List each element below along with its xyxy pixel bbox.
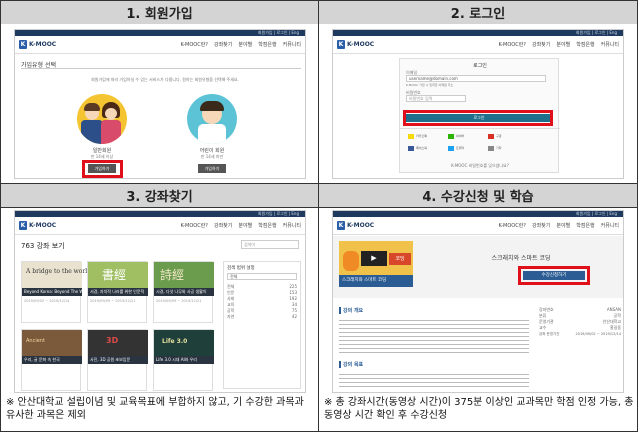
email-hint: K-MOOC 가입 시 입력한 이메일 주소 [406, 83, 454, 87]
goal-text [339, 371, 529, 389]
menu-item[interactable]: 강좌찾기 [532, 41, 550, 48]
site-nav: K K-MOOC K-MOOC란? 강좌찾기 분야별 학점은행 커뮤니티 [333, 217, 623, 235]
step-title: 1. 회원가입 [1, 1, 318, 24]
play-icon[interactable]: ▶ [361, 251, 387, 266]
child-avatar[interactable] [187, 94, 237, 144]
menu-item[interactable]: 커뮤니티 [601, 222, 619, 229]
course-card[interactable]: 3D 사진, 3D 공원 초보입문 [87, 329, 148, 391]
child-sub: 만 14세 미만 [200, 154, 224, 159]
step-title: 3. 강좌찾기 [1, 184, 318, 207]
course-card[interactable]: 詩經 시경, 다섯 나무와 사공 생활이 2019/09/09 ~ 2019/1… [153, 261, 214, 323]
highlight-box [403, 110, 553, 126]
menu-item[interactable]: 커뮤니티 [283, 41, 301, 48]
login-screenshot: 회원가입 | 로그인 | Eng K K-MOOC K-MOOC란? 강좌찾기 분… [332, 29, 624, 179]
site-nav: K K-MOOC K-MOOC란? 강좌찾기 분야별 학점은행 커뮤니티 [333, 36, 623, 54]
site-logo[interactable]: K K-MOOC [337, 40, 374, 49]
overview-heading: 강의 개요 [339, 307, 363, 314]
menu-item[interactable]: K-MOOC란? [498, 41, 526, 48]
course-card[interactable]: A bridge to the world Beyond Korea: Beyo… [21, 261, 91, 323]
social-login-google[interactable]: 구글 [488, 133, 516, 139]
course-card[interactable]: 書經 서경, 자치적 나라를 위한 인문적 2019/09/09 ~ 2019/… [87, 261, 148, 323]
social-login-other[interactable]: 기타 [488, 145, 516, 151]
adult-avatar[interactable] [77, 94, 127, 144]
footnote-left: ※ 안산대학교 설립이념 및 교육목표에 부합하지 않고, 기 수강한 과목과 … [6, 397, 304, 421]
child-label: 어린이 회원 [199, 148, 225, 154]
search-input[interactable]: 검색어 [241, 240, 299, 249]
divider [400, 128, 560, 129]
social-login-naver[interactable]: 네이버 [448, 133, 476, 139]
site-logo[interactable]: K K-MOOC [19, 221, 56, 230]
menu-item[interactable]: K-MOOC란? [180, 222, 208, 229]
menu-item[interactable]: 학점은행 [258, 41, 276, 48]
site-logo[interactable]: K K-MOOC [19, 40, 56, 49]
menu-item[interactable]: 학점은행 [576, 41, 594, 48]
filter-sidebar: 검색 범위 설정 전체 전체 225 인문 153 사회 192 교육 34 공학 75 … [223, 261, 301, 389]
course-count-title: 763 강좌 보기 [21, 242, 65, 250]
site-menu: K-MOOC란? 강좌찾기 분야별 학점은행 커뮤니티 [180, 222, 301, 229]
site-nav: K K-MOOC K-MOOC란? 강좌찾기 분야별 학점은행 커뮤니티 [15, 36, 305, 54]
site-menu: K-MOOC란? 강좌찾기 분야별 학점은행 커뮤니티 [180, 41, 301, 48]
divider [21, 68, 301, 69]
email-field[interactable]: username@domain.com [406, 75, 546, 82]
social-login-twitter[interactable]: 트위터 [448, 145, 476, 151]
menu-item[interactable]: K-MOOC란? [180, 41, 208, 48]
login-heading: 로그인 [473, 63, 487, 69]
filter-row[interactable]: 자연 42 [227, 314, 297, 320]
goal-heading: 강의 목표 [339, 361, 363, 368]
course-card[interactable]: Ancient 우리, 글 문화 속 한국 [21, 329, 82, 391]
menu-item[interactable]: 분야별 [556, 222, 570, 229]
overview-text [339, 317, 529, 353]
forgot-password-link[interactable]: K-MOOC 비밀번호를 잊으셨나요? [400, 163, 560, 169]
course-title: 스크래치와 스마트 코딩 [491, 255, 551, 262]
course-info: 강좌번호 ANSAN 분류 공학 운영기관 안산대학교 교수 홍길동 강좌 운영기간 20… [539, 307, 621, 337]
menu-item[interactable]: 커뮤니티 [601, 41, 619, 48]
enroll-screenshot: 회원가입 | 로그인 | Eng K K-MOOC K-MOOC란? 강좌찾기 분… [332, 210, 624, 393]
info-row: 강좌 운영기간 2019/09/02 ~ 2019/12/14 [539, 332, 621, 336]
menu-item[interactable]: 학점은행 [576, 222, 594, 229]
menu-item[interactable]: 강좌찾기 [214, 222, 232, 229]
filter-heading: 검색 범위 설정 [227, 266, 255, 271]
menu-item[interactable]: 강좌찾기 [214, 41, 232, 48]
search-screenshot: 회원가입 | 로그인 | Eng K K-MOOC K-MOOC란? 강좌찾기 분… [14, 210, 306, 393]
filter-select[interactable]: 전체 [227, 273, 297, 280]
social-login-kakao[interactable]: 카카오톡 [408, 133, 436, 139]
footnote-right: ※ 총 강좌시간(동영상 시간)이 375분 이상인 교과목만 학점 인정 가능… [324, 397, 634, 421]
course-banner[interactable]: ▶ 코딩 스크래치와 스마트 코딩 [339, 241, 413, 287]
step-title: 2. 로그인 [319, 1, 637, 24]
site-menu: K-MOOC란? 강좌찾기 분야별 학점은행 커뮤니티 [498, 222, 619, 229]
menu-item[interactable]: 분야별 [238, 222, 252, 229]
menu-item[interactable]: 강좌찾기 [532, 222, 550, 229]
course-card[interactable]: Life 3.0 Life 3.0 시대 AI와 우리 [153, 329, 214, 391]
menu-item[interactable]: 분야별 [238, 41, 252, 48]
grid-divider [0, 207, 638, 208]
social-login-facebook[interactable]: 페이스북 [408, 145, 436, 151]
signup-desc: 회원가입에 따라 가입하실 수 있는 서비스가 다릅니다. 원하는 회원유형을 … [91, 77, 239, 82]
child-join-button[interactable]: 가입하기 [198, 164, 226, 173]
menu-item[interactable]: 분야별 [556, 41, 570, 48]
signup-screenshot: 회원가입 | 로그인 | Eng K K-MOOC K-MOOC란? 강좌찾기 분… [14, 29, 306, 179]
highlight-box [518, 266, 590, 285]
menu-item[interactable]: K-MOOC란? [498, 222, 526, 229]
adult-label: 일반회원 [92, 148, 112, 154]
menu-item[interactable]: 커뮤니티 [283, 222, 301, 229]
password-field[interactable]: 비밀번호 입력 [406, 95, 466, 102]
site-nav: K K-MOOC K-MOOC란? 강좌찾기 분야별 학점은행 커뮤니티 [15, 217, 305, 235]
site-menu: K-MOOC란? 강좌찾기 분야별 학점은행 커뮤니티 [498, 41, 619, 48]
step-title: 4. 수강신청 및 학습 [319, 184, 637, 207]
highlight-box [82, 160, 123, 178]
grid-divider-vertical [318, 0, 319, 432]
site-logo[interactable]: K K-MOOC [337, 221, 374, 230]
menu-item[interactable]: 학점은행 [258, 222, 276, 229]
